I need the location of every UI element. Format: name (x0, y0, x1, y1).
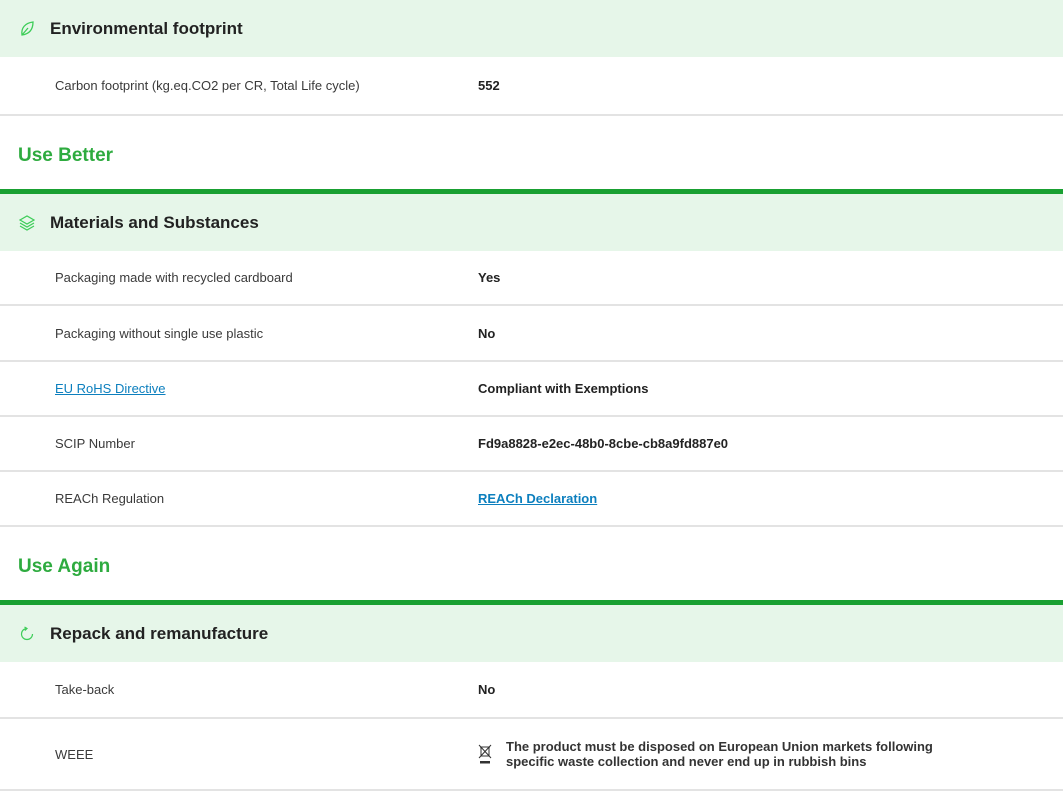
row-value: Compliant with Exemptions (478, 381, 649, 396)
use-better-title: Use Better (18, 144, 114, 166)
reach-declaration-link[interactable]: REACh Declaration (478, 491, 597, 506)
layers-icon (18, 214, 36, 232)
use-again-heading: Use Again (0, 527, 1063, 605)
single-use-plastic-row: Packaging without single use plastic No (0, 306, 1063, 362)
recycled-cardboard-row: Packaging made with recycled cardboard Y… (0, 251, 1063, 306)
refresh-icon (18, 625, 36, 643)
eu-rohs-directive-link[interactable]: EU RoHS Directive (55, 381, 166, 396)
reach-regulation-row: REACh Regulation REACh Declaration (0, 472, 1063, 527)
row-label: WEEE (55, 746, 94, 762)
scip-number-row: SCIP Number Fd9a8828-e2ec-48b0-8cbe-cb8a… (0, 417, 1063, 472)
row-label: Carbon footprint (kg.eq.CO2 per CR, Tota… (55, 78, 360, 93)
repack-remanufacture-title: Repack and remanufacture (50, 623, 269, 643)
environmental-footprint-title: Environmental footprint (50, 18, 243, 38)
row-value: REACh Declaration (478, 491, 597, 506)
row-label: Packaging without single use plastic (55, 325, 264, 341)
product-environmental-page: Environmental footprint Carbon footprint… (0, 0, 1063, 802)
row-value: No (478, 682, 496, 697)
row-label: EU RoHS Directive (0, 381, 478, 396)
row-value: Yes (478, 270, 501, 285)
row-value: No (478, 325, 496, 341)
row-value: Fd9a8828-e2ec-48b0-8cbe-cb8a9fd887e0 (478, 436, 729, 451)
take-back-row: Take-back No (0, 662, 1063, 719)
leaf-icon (18, 20, 36, 38)
row-label: REACh Regulation (55, 491, 165, 506)
repack-remanufacture-header: Repack and remanufacture (0, 605, 1063, 662)
use-better-heading: Use Better (0, 116, 1063, 194)
row-label: Take-back (55, 682, 115, 697)
weee-row: WEEE The product must be disposed on Eur… (0, 719, 1063, 791)
environmental-footprint-header: Environmental footprint (0, 0, 1063, 57)
row-label: SCIP Number (55, 436, 135, 451)
weee-text: The product must be disposed on European… (506, 739, 933, 769)
use-again-title: Use Again (18, 555, 111, 577)
row-label: Packaging made with recycled cardboard (55, 270, 293, 285)
row-value: 552 (478, 78, 500, 93)
materials-substances-title: Materials and Substances (50, 212, 259, 232)
weee-value: The product must be disposed on European… (478, 739, 936, 769)
rohs-row: EU RoHS Directive Compliant with Exempti… (0, 362, 1063, 417)
materials-substances-header: Materials and Substances (0, 194, 1063, 251)
crossed-bin-icon (478, 744, 492, 764)
carbon-footprint-row: Carbon footprint (kg.eq.CO2 per CR, Tota… (0, 57, 1063, 116)
